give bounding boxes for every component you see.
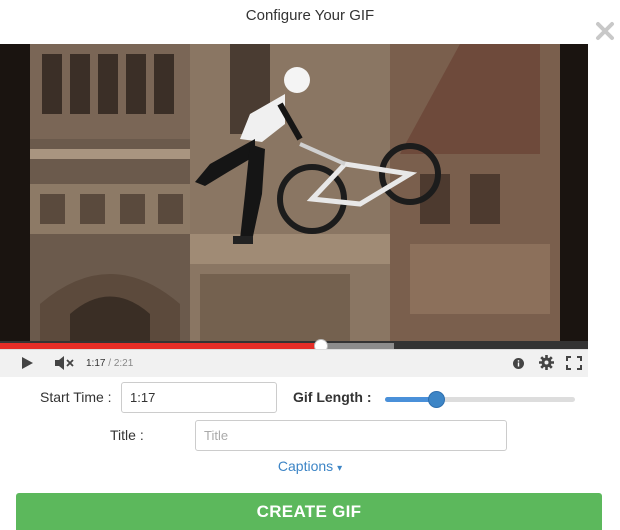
settings-gear-icon[interactable] <box>539 355 554 370</box>
mute-icon[interactable] <box>54 356 76 370</box>
gif-length-slider-thumb[interactable] <box>428 391 446 408</box>
start-time-label: Start Time : <box>40 389 112 405</box>
time-separator: / <box>105 358 114 369</box>
video-frame[interactable] <box>0 44 588 342</box>
progress-bar[interactable] <box>0 339 588 353</box>
fullscreen-icon[interactable] <box>566 356 582 370</box>
current-time: 1:17 <box>86 358 106 369</box>
gif-length-slider[interactable] <box>385 391 575 408</box>
time-display: 1:17 / 2:21 <box>86 358 133 369</box>
title-input[interactable] <box>195 420 507 451</box>
captions-dropdown[interactable]: Captions ▾ <box>0 458 620 474</box>
video-player[interactable] <box>0 44 588 376</box>
play-icon[interactable] <box>20 356 34 370</box>
player-controls: 1:17 / 2:21 <box>0 349 588 377</box>
dialog-title: Configure Your GIF <box>245 7 375 24</box>
close-icon[interactable] <box>594 20 616 42</box>
create-gif-button[interactable]: CREATE GIF <box>16 493 602 530</box>
chevron-down-icon: ▾ <box>337 463 343 474</box>
info-icon[interactable] <box>513 358 524 369</box>
title-label: Title : <box>110 427 144 443</box>
gif-length-label: Gif Length : <box>293 389 372 405</box>
captions-label: Captions <box>277 458 334 474</box>
start-time-input[interactable] <box>121 382 277 413</box>
duration: 2:21 <box>113 358 134 369</box>
